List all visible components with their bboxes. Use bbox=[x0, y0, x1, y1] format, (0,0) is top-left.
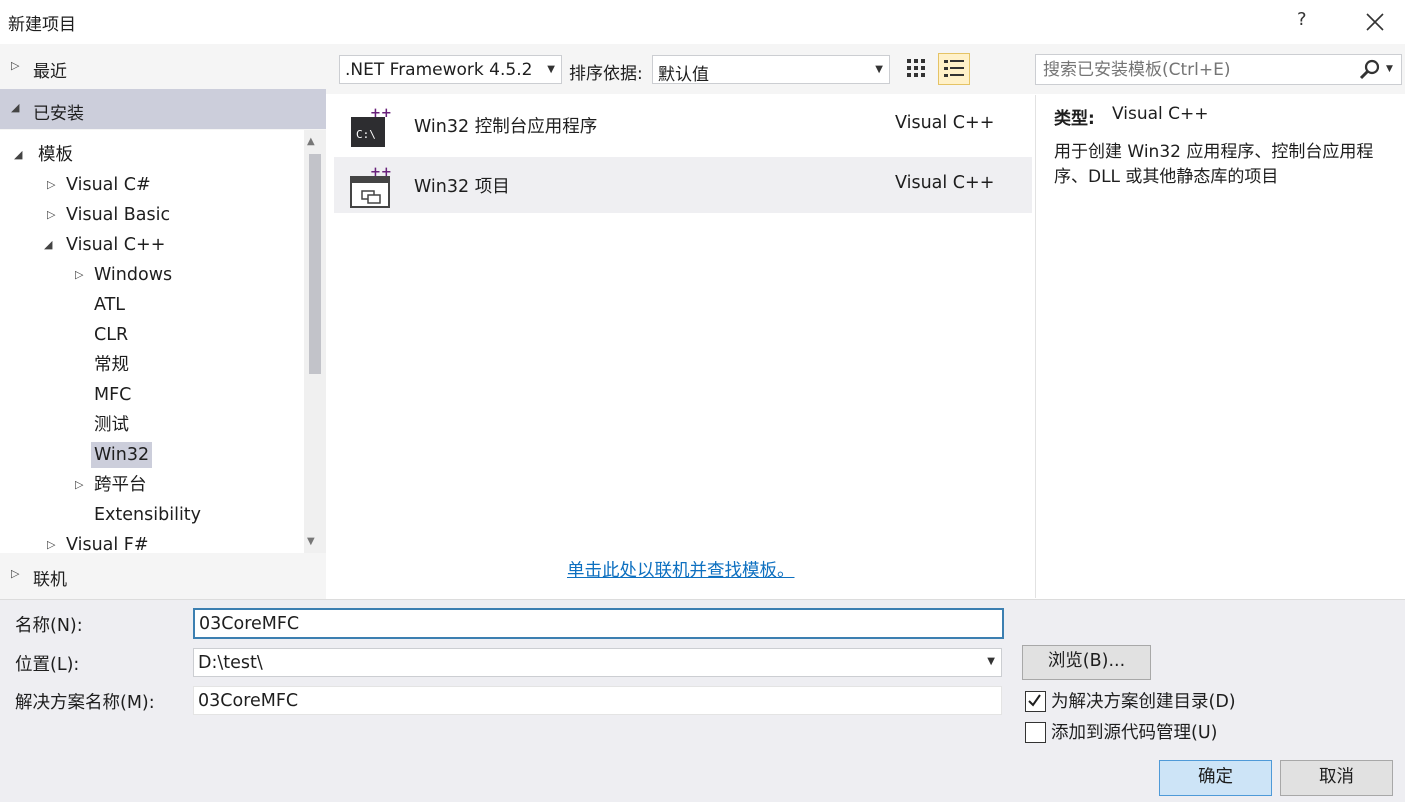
tree-item-label: Visual Basic bbox=[66, 205, 171, 225]
expand-arrow-icon: ▷ bbox=[47, 208, 56, 221]
framework-select[interactable]: .NET Framework 4.5.2 ▼ bbox=[339, 55, 562, 84]
cancel-button[interactable]: 取消 bbox=[1280, 760, 1393, 796]
win32-project-icon: ++ bbox=[348, 165, 394, 209]
collapse-arrow-icon: ◢ bbox=[44, 238, 53, 251]
expand-arrow-icon: ▷ bbox=[11, 59, 20, 72]
tree-item-visual-fsharp[interactable]: ▷ Visual F# bbox=[47, 532, 149, 553]
search-box[interactable] bbox=[1035, 54, 1402, 85]
search-options-chevron-icon[interactable]: ▼ bbox=[1386, 64, 1393, 74]
tree-item-label: 跨平台 bbox=[94, 475, 147, 495]
description-type-value: Visual C++ bbox=[1112, 104, 1209, 124]
create-directory-label[interactable]: 为解决方案创建目录(D) bbox=[1051, 688, 1236, 713]
online-templates-link[interactable]: 单击此处以联机并查找模板。 bbox=[567, 557, 795, 582]
template-tree[interactable]: ◢ 模板 ▷ Visual C# ▷ Visual Basic ◢ Visual… bbox=[0, 130, 304, 553]
expand-arrow-icon: ▷ bbox=[11, 567, 20, 580]
template-language: Visual C++ bbox=[895, 113, 995, 133]
tree-scrollbar-thumb[interactable] bbox=[309, 154, 321, 374]
location-label: 位置(L): bbox=[15, 655, 80, 675]
name-field[interactable] bbox=[193, 608, 1004, 639]
sort-value: 默认值 bbox=[658, 65, 709, 85]
sort-label: 排序依据: bbox=[569, 64, 643, 84]
category-recent[interactable]: ▷ 最近 bbox=[0, 47, 326, 87]
category-recent-label: 最近 bbox=[33, 62, 67, 82]
checkmark-icon bbox=[1028, 694, 1041, 707]
tree-item-extensibility[interactable]: Extensibility bbox=[94, 502, 201, 528]
tree-item-general[interactable]: 常规 bbox=[94, 352, 129, 378]
tree-item-visual-cpp[interactable]: ◢ Visual C++ bbox=[44, 232, 166, 258]
scroll-down-icon[interactable]: ▼ bbox=[307, 536, 315, 547]
chevron-down-icon: ▼ bbox=[875, 64, 883, 75]
expand-arrow-icon: ▷ bbox=[47, 538, 56, 551]
template-item-console-app[interactable]: C:\ ++ Win32 控制台应用程序 Visual C++ bbox=[334, 97, 1032, 153]
expand-arrow-icon: ▷ bbox=[75, 478, 84, 491]
expand-arrow-icon: ▷ bbox=[47, 178, 56, 191]
tree-item-templates[interactable]: ◢ 模板 bbox=[14, 142, 73, 168]
template-item-win32-project[interactable]: ++ Win32 项目 Visual C++ bbox=[334, 157, 1032, 213]
category-installed-label: 已安装 bbox=[33, 104, 84, 124]
description-type-label: 类型: bbox=[1054, 109, 1095, 129]
tree-item-windows[interactable]: ▷ Windows bbox=[75, 262, 173, 288]
title-bar bbox=[0, 0, 1405, 44]
template-name: Win32 控制台应用程序 bbox=[414, 117, 598, 137]
solution-name-input[interactable] bbox=[194, 687, 1001, 714]
category-installed[interactable]: ◢ 已安装 bbox=[0, 89, 326, 129]
browse-button[interactable]: 浏览(B)... bbox=[1022, 645, 1151, 680]
location-field[interactable]: ▼ bbox=[193, 648, 1002, 677]
tree-item-templates-label: 模板 bbox=[38, 145, 73, 165]
category-online[interactable]: ▷ 联机 bbox=[0, 555, 326, 595]
search-input[interactable] bbox=[1036, 55, 1365, 84]
svg-text:++: ++ bbox=[370, 165, 392, 180]
list-view-icon[interactable] bbox=[938, 53, 970, 85]
collapse-arrow-icon: ◢ bbox=[11, 101, 20, 114]
location-input[interactable] bbox=[194, 649, 1001, 676]
framework-value: .NET Framework 4.5.2 bbox=[345, 60, 533, 80]
tree-item-label: Visual C++ bbox=[66, 235, 166, 255]
chevron-down-icon[interactable]: ▼ bbox=[987, 656, 995, 667]
ok-button[interactable]: 确定 bbox=[1159, 760, 1272, 796]
tree-item-atl[interactable]: ATL bbox=[94, 292, 125, 318]
tree-item-label: Visual C# bbox=[66, 175, 151, 195]
tree-item-win32[interactable]: Win32 bbox=[91, 442, 153, 468]
source-control-label[interactable]: 添加到源代码管理(U) bbox=[1051, 719, 1217, 744]
grid-view-icon[interactable] bbox=[903, 54, 931, 84]
collapse-arrow-icon: ◢ bbox=[14, 148, 23, 161]
create-directory-checkbox[interactable] bbox=[1025, 691, 1046, 712]
tree-item-label: Windows bbox=[94, 265, 173, 285]
tree-item-visual-basic[interactable]: ▷ Visual Basic bbox=[47, 202, 171, 228]
help-button[interactable]: ? bbox=[1297, 9, 1307, 30]
solution-name-label: 解决方案名称(M): bbox=[15, 693, 155, 713]
name-input[interactable] bbox=[195, 610, 1002, 637]
search-icon[interactable] bbox=[1358, 58, 1382, 82]
tree-item-label: Visual F# bbox=[66, 535, 149, 553]
source-control-checkbox[interactable] bbox=[1025, 722, 1046, 743]
console-app-icon: C:\ ++ bbox=[348, 105, 394, 149]
template-name: Win32 项目 bbox=[414, 177, 510, 197]
tree-item-clr[interactable]: CLR bbox=[94, 322, 128, 348]
name-label: 名称(N): bbox=[15, 616, 83, 636]
description-text: 用于创建 Win32 应用程序、控制台应用程序、DLL 或其他静态库的项目 bbox=[1054, 142, 1374, 187]
solution-name-field[interactable] bbox=[193, 686, 1002, 715]
category-online-label: 联机 bbox=[33, 570, 67, 590]
tree-item-visual-csharp[interactable]: ▷ Visual C# bbox=[47, 172, 151, 198]
chevron-down-icon: ▼ bbox=[547, 64, 555, 75]
tree-item-mfc[interactable]: MFC bbox=[94, 382, 131, 408]
svg-text:++: ++ bbox=[370, 106, 392, 121]
sort-select[interactable]: 默认值 ▼ bbox=[652, 55, 890, 85]
scroll-up-icon[interactable]: ▲ bbox=[307, 136, 315, 147]
svg-text:C:\: C:\ bbox=[356, 128, 376, 141]
tree-item-cross-platform[interactable]: ▷ 跨平台 bbox=[75, 472, 147, 498]
window-title: 新建项目 bbox=[8, 15, 76, 35]
template-language: Visual C++ bbox=[895, 173, 995, 193]
close-icon[interactable] bbox=[1362, 6, 1388, 36]
expand-arrow-icon: ▷ bbox=[75, 268, 84, 281]
tree-item-test[interactable]: 测试 bbox=[94, 412, 129, 438]
